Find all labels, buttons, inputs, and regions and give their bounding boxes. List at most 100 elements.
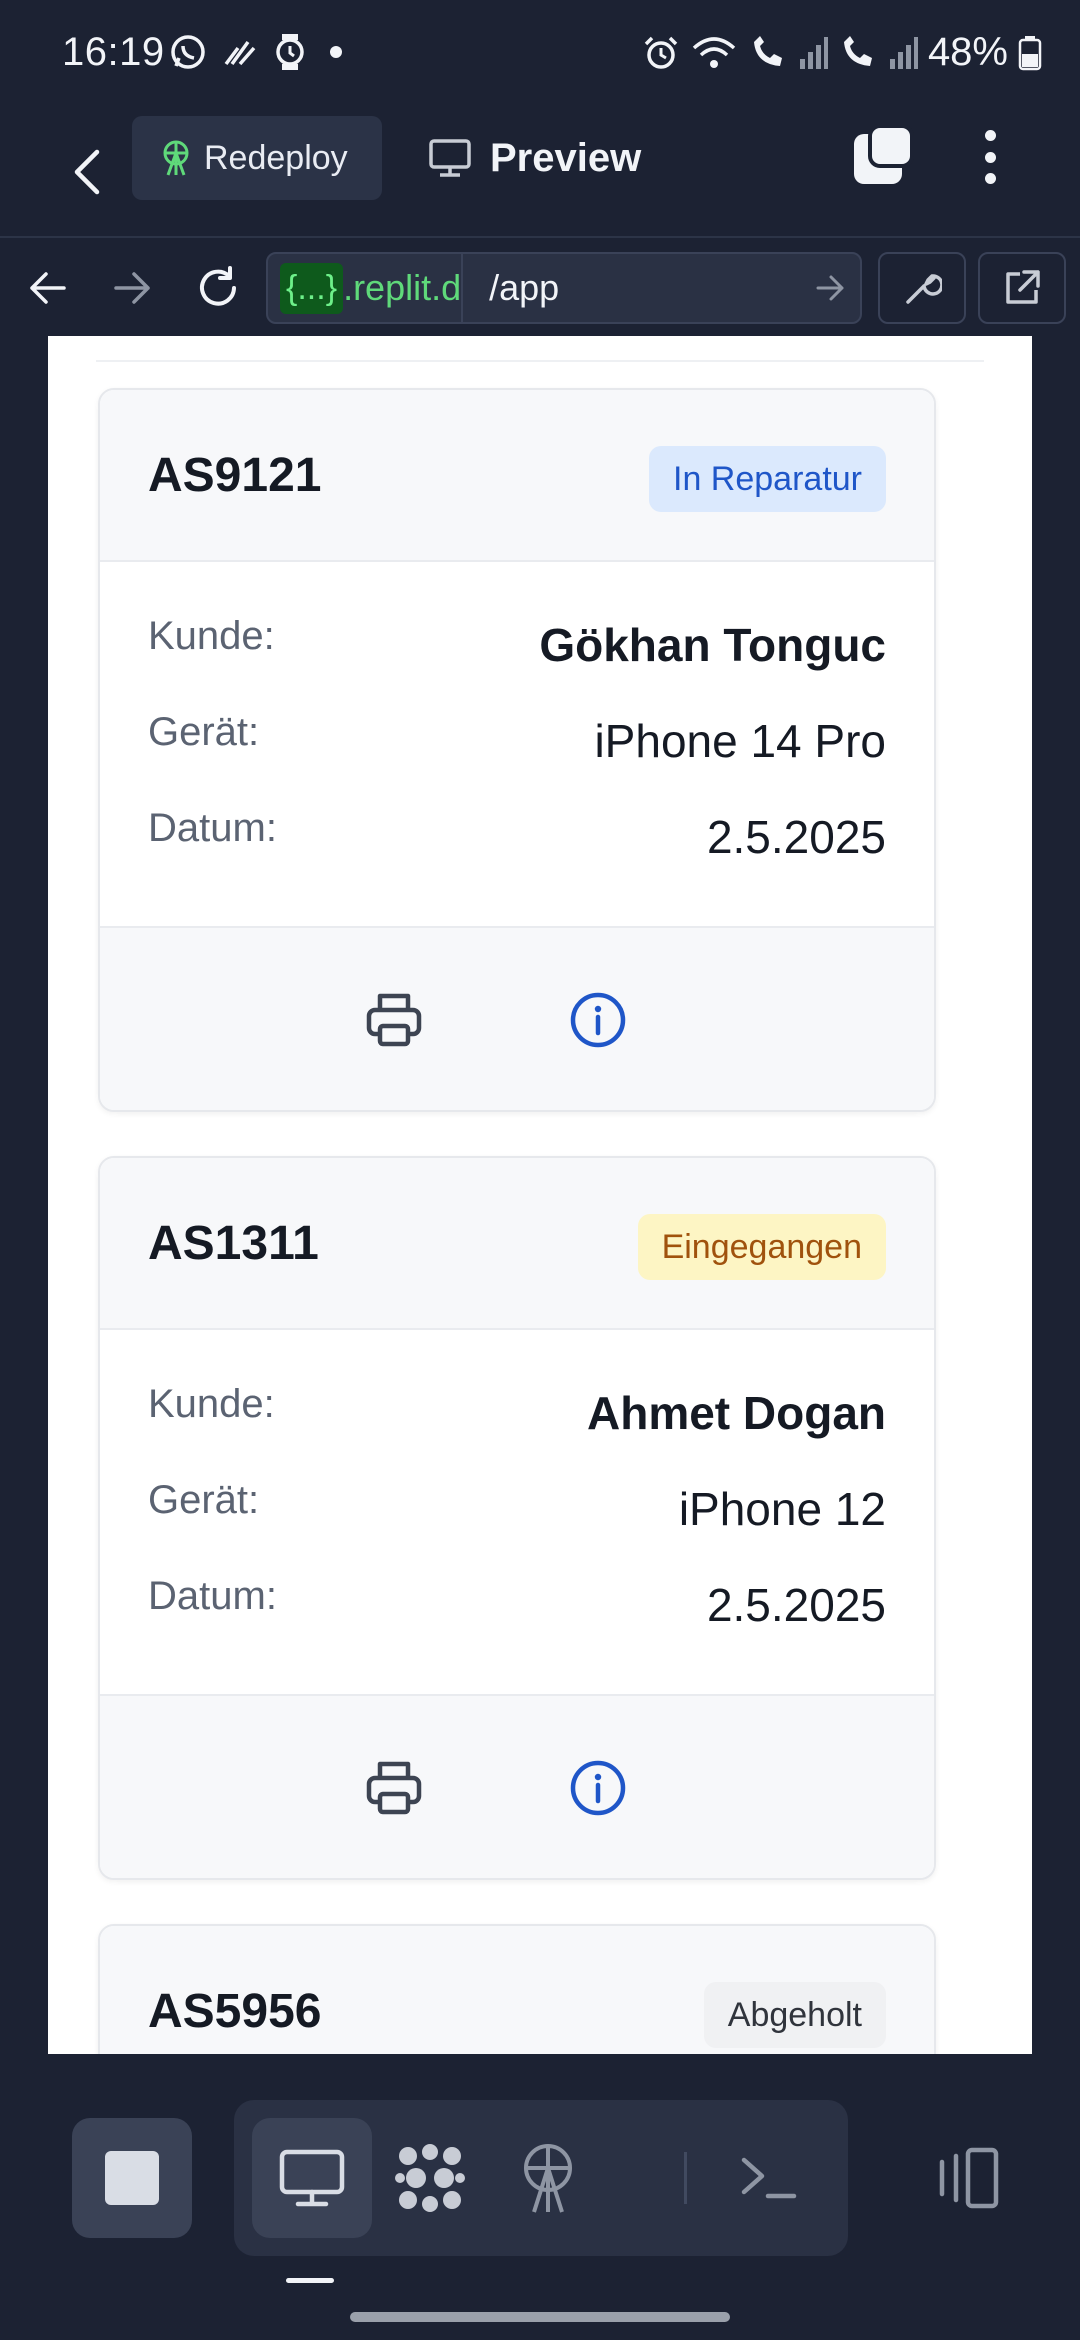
- device-label: Gerät:: [148, 1478, 260, 1522]
- redeploy-label: Redeploy: [204, 138, 348, 177]
- deploy-antenna-icon: [524, 2144, 572, 2213]
- order-card: AS5956 Abgeholt: [98, 1924, 936, 2054]
- arrow-left-icon: [30, 272, 66, 304]
- reload-button[interactable]: [188, 258, 248, 318]
- preview-tool-button[interactable]: [252, 2118, 372, 2238]
- order-card: AS1311 Eingegangen Kunde: Ahmet Dogan Ge…: [98, 1156, 936, 1880]
- info-icon: [570, 992, 626, 1048]
- deploy-antenna-icon: [163, 140, 189, 176]
- customer-label: Kunde:: [148, 614, 275, 658]
- url-go-button[interactable]: [800, 274, 860, 302]
- arrow-right-icon: [114, 272, 150, 304]
- open-external-button[interactable]: [978, 252, 1066, 324]
- status-badge: In Reparatur: [649, 446, 886, 512]
- cell-signal-2-icon: [889, 36, 918, 69]
- info-icon: [570, 1760, 626, 1816]
- status-bar: 16:19 48%: [0, 0, 1080, 110]
- order-card-header: AS1311 Eingegangen: [100, 1158, 934, 1330]
- url-field[interactable]: {...} .replit.d /app: [266, 252, 862, 324]
- url-host-badge: {...}: [280, 262, 344, 314]
- reload-icon: [200, 266, 236, 306]
- order-card-header: AS5956 Abgeholt: [100, 1926, 934, 2054]
- active-tab-indicator: [286, 2278, 334, 2283]
- customer-value: Ahmet Dogan: [587, 1387, 886, 1439]
- order-card: AS9121 In Reparatur Kunde: Gökhan Tonguc…: [98, 388, 936, 1112]
- url-separator: [461, 254, 464, 322]
- tabs-icon: [854, 124, 914, 184]
- browser-forward-button[interactable]: [102, 258, 162, 318]
- external-link-icon: [1006, 270, 1040, 304]
- customer-value: Gökhan Tonguc: [539, 619, 886, 671]
- printer-icon: [366, 1761, 422, 1815]
- watch-icon: [276, 34, 304, 70]
- status-badge: Abgeholt: [703, 1982, 886, 2048]
- url-path[interactable]: /app: [489, 267, 800, 309]
- print-button[interactable]: [358, 1752, 430, 1824]
- deploy-tool-button[interactable]: [488, 2118, 608, 2238]
- preview-label: Preview: [490, 135, 642, 180]
- order-card-body: Kunde: Ahmet Dogan Gerät: iPhone 12 Datu…: [100, 1330, 934, 1694]
- customer-label: Kunde:: [148, 1382, 275, 1426]
- print-button[interactable]: [358, 984, 430, 1056]
- browser-toolbar: {...} .replit.d /app: [0, 236, 1080, 336]
- stop-button[interactable]: [72, 2118, 192, 2238]
- printer-icon: [366, 993, 422, 1047]
- status-left-icons: [168, 32, 342, 72]
- redeploy-button[interactable]: Redeploy: [132, 116, 382, 200]
- devtools-button[interactable]: [878, 252, 966, 324]
- arrow-right-icon: [816, 275, 844, 301]
- order-id: AS1311: [148, 1217, 319, 1270]
- order-card-header: AS9121 In Reparatur: [100, 390, 934, 562]
- apps-tool-button[interactable]: [370, 2118, 490, 2238]
- status-time: 16:19: [62, 30, 165, 74]
- wrench-icon: [906, 274, 942, 304]
- web-preview: AS9121 In Reparatur Kunde: Gökhan Tonguc…: [0, 336, 1080, 2054]
- whatsapp-icon: [171, 35, 205, 69]
- wifi-call-2-icon: [843, 35, 872, 66]
- battery-icon: [1018, 35, 1042, 70]
- order-card-body: Kunde: Gökhan Tonguc Gerät: iPhone 14 Pr…: [100, 562, 934, 926]
- preview-monitor-icon: [279, 2149, 345, 2207]
- info-button[interactable]: [562, 1752, 634, 1824]
- device-value: iPhone 12: [678, 1483, 886, 1535]
- chevron-left-icon: [74, 149, 100, 195]
- browser-back-button[interactable]: [18, 258, 78, 318]
- url-host: .replit.d: [343, 267, 462, 308]
- more-options-button[interactable]: [968, 124, 1012, 190]
- home-indicator[interactable]: [350, 2312, 730, 2322]
- stop-icon: [105, 2151, 159, 2205]
- status-badge: Eingegangen: [637, 1214, 886, 1280]
- preview-tab[interactable]: Preview: [428, 128, 641, 188]
- notification-dot-icon: [330, 46, 342, 58]
- order-id: AS9121: [148, 449, 322, 502]
- order-id: AS5956: [148, 1985, 322, 2038]
- device-value: iPhone 14 Pro: [594, 715, 886, 767]
- shell-tool-button[interactable]: [708, 2118, 828, 2238]
- info-button[interactable]: [562, 984, 634, 1056]
- device-label: Gerät:: [148, 710, 260, 754]
- apps-grid-icon: [395, 2144, 465, 2212]
- panel-divider: [96, 360, 984, 362]
- toolbar-separator: [684, 2152, 687, 2204]
- tool-group: [234, 2100, 848, 2256]
- panels-icon: [939, 2147, 999, 2209]
- order-card-actions: [100, 1694, 934, 1878]
- wifi-call-icon: [753, 35, 782, 66]
- order-card-actions: [100, 926, 934, 1110]
- terminal-icon: [741, 2157, 797, 2199]
- monitor-icon: [429, 139, 471, 177]
- tabs-switcher-button[interactable]: [850, 124, 916, 190]
- date-label: Datum:: [148, 1574, 277, 1618]
- more-dot-icon: [984, 130, 996, 141]
- signal-bars-icon: [224, 40, 256, 66]
- cell-signal-1-icon: [799, 36, 828, 69]
- wifi-icon: [692, 36, 736, 68]
- replit-bottom-toolbar: [0, 2054, 1080, 2340]
- app-header: Redeploy Preview: [0, 110, 1080, 236]
- date-value: 2.5.2025: [706, 811, 886, 863]
- battery-percent: 48%: [927, 30, 1008, 74]
- back-button[interactable]: [58, 134, 114, 210]
- panels-button[interactable]: [906, 2118, 1026, 2238]
- status-right-icons: 48%: [642, 30, 1042, 75]
- date-value: 2.5.2025: [706, 1579, 886, 1631]
